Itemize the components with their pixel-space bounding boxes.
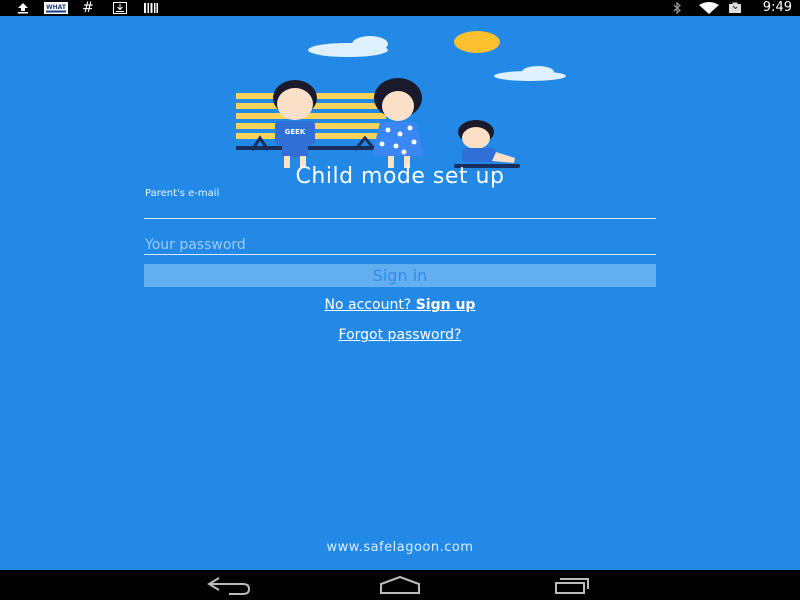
footer-url: www.safelagoon.com	[326, 540, 474, 555]
woman-figure	[372, 78, 424, 168]
child-figure	[454, 120, 520, 168]
news-badge-text: WHAT	[46, 4, 67, 11]
bluetooth-icon	[670, 2, 684, 14]
email-underline	[144, 218, 656, 219]
login-screen: GEEK Child mode set up Parent's e-mail S…	[0, 16, 800, 570]
battery-icon	[727, 2, 743, 14]
sign-up-link-text: Sign up	[415, 297, 476, 313]
family-illustration: GEEK	[236, 31, 566, 168]
no-account-text: No account?	[324, 297, 412, 313]
no-account-link[interactable]: No account? Sign up	[325, 297, 476, 313]
back-icon[interactable]	[199, 573, 259, 597]
recents-icon[interactable]	[542, 573, 602, 597]
navigation-bar	[0, 570, 800, 600]
password-underline	[144, 254, 656, 255]
wifi-icon	[697, 2, 721, 14]
page-title: Child mode set up	[295, 164, 505, 189]
hashtag-icon: #	[82, 0, 94, 16]
shirt-text: GEEK	[285, 128, 306, 136]
barcode-icon	[142, 2, 160, 14]
upload-icon	[14, 2, 32, 14]
news-app-icon: WHAT	[44, 2, 68, 14]
password-field[interactable]	[144, 234, 656, 256]
clock-time: 9:49	[762, 0, 792, 15]
download-icon	[111, 2, 129, 14]
home-icon[interactable]	[370, 573, 430, 597]
status-bar: WHAT # 9:49	[0, 0, 800, 16]
sun-icon	[454, 31, 500, 53]
signup-row: No account? Sign up	[0, 297, 800, 313]
email-field[interactable]	[144, 198, 656, 218]
sign-in-button[interactable]: Sign in	[144, 264, 656, 287]
cloud-icon	[308, 36, 566, 81]
forgot-row: Forgot password?	[0, 327, 800, 343]
forgot-password-link[interactable]: Forgot password?	[339, 327, 462, 343]
